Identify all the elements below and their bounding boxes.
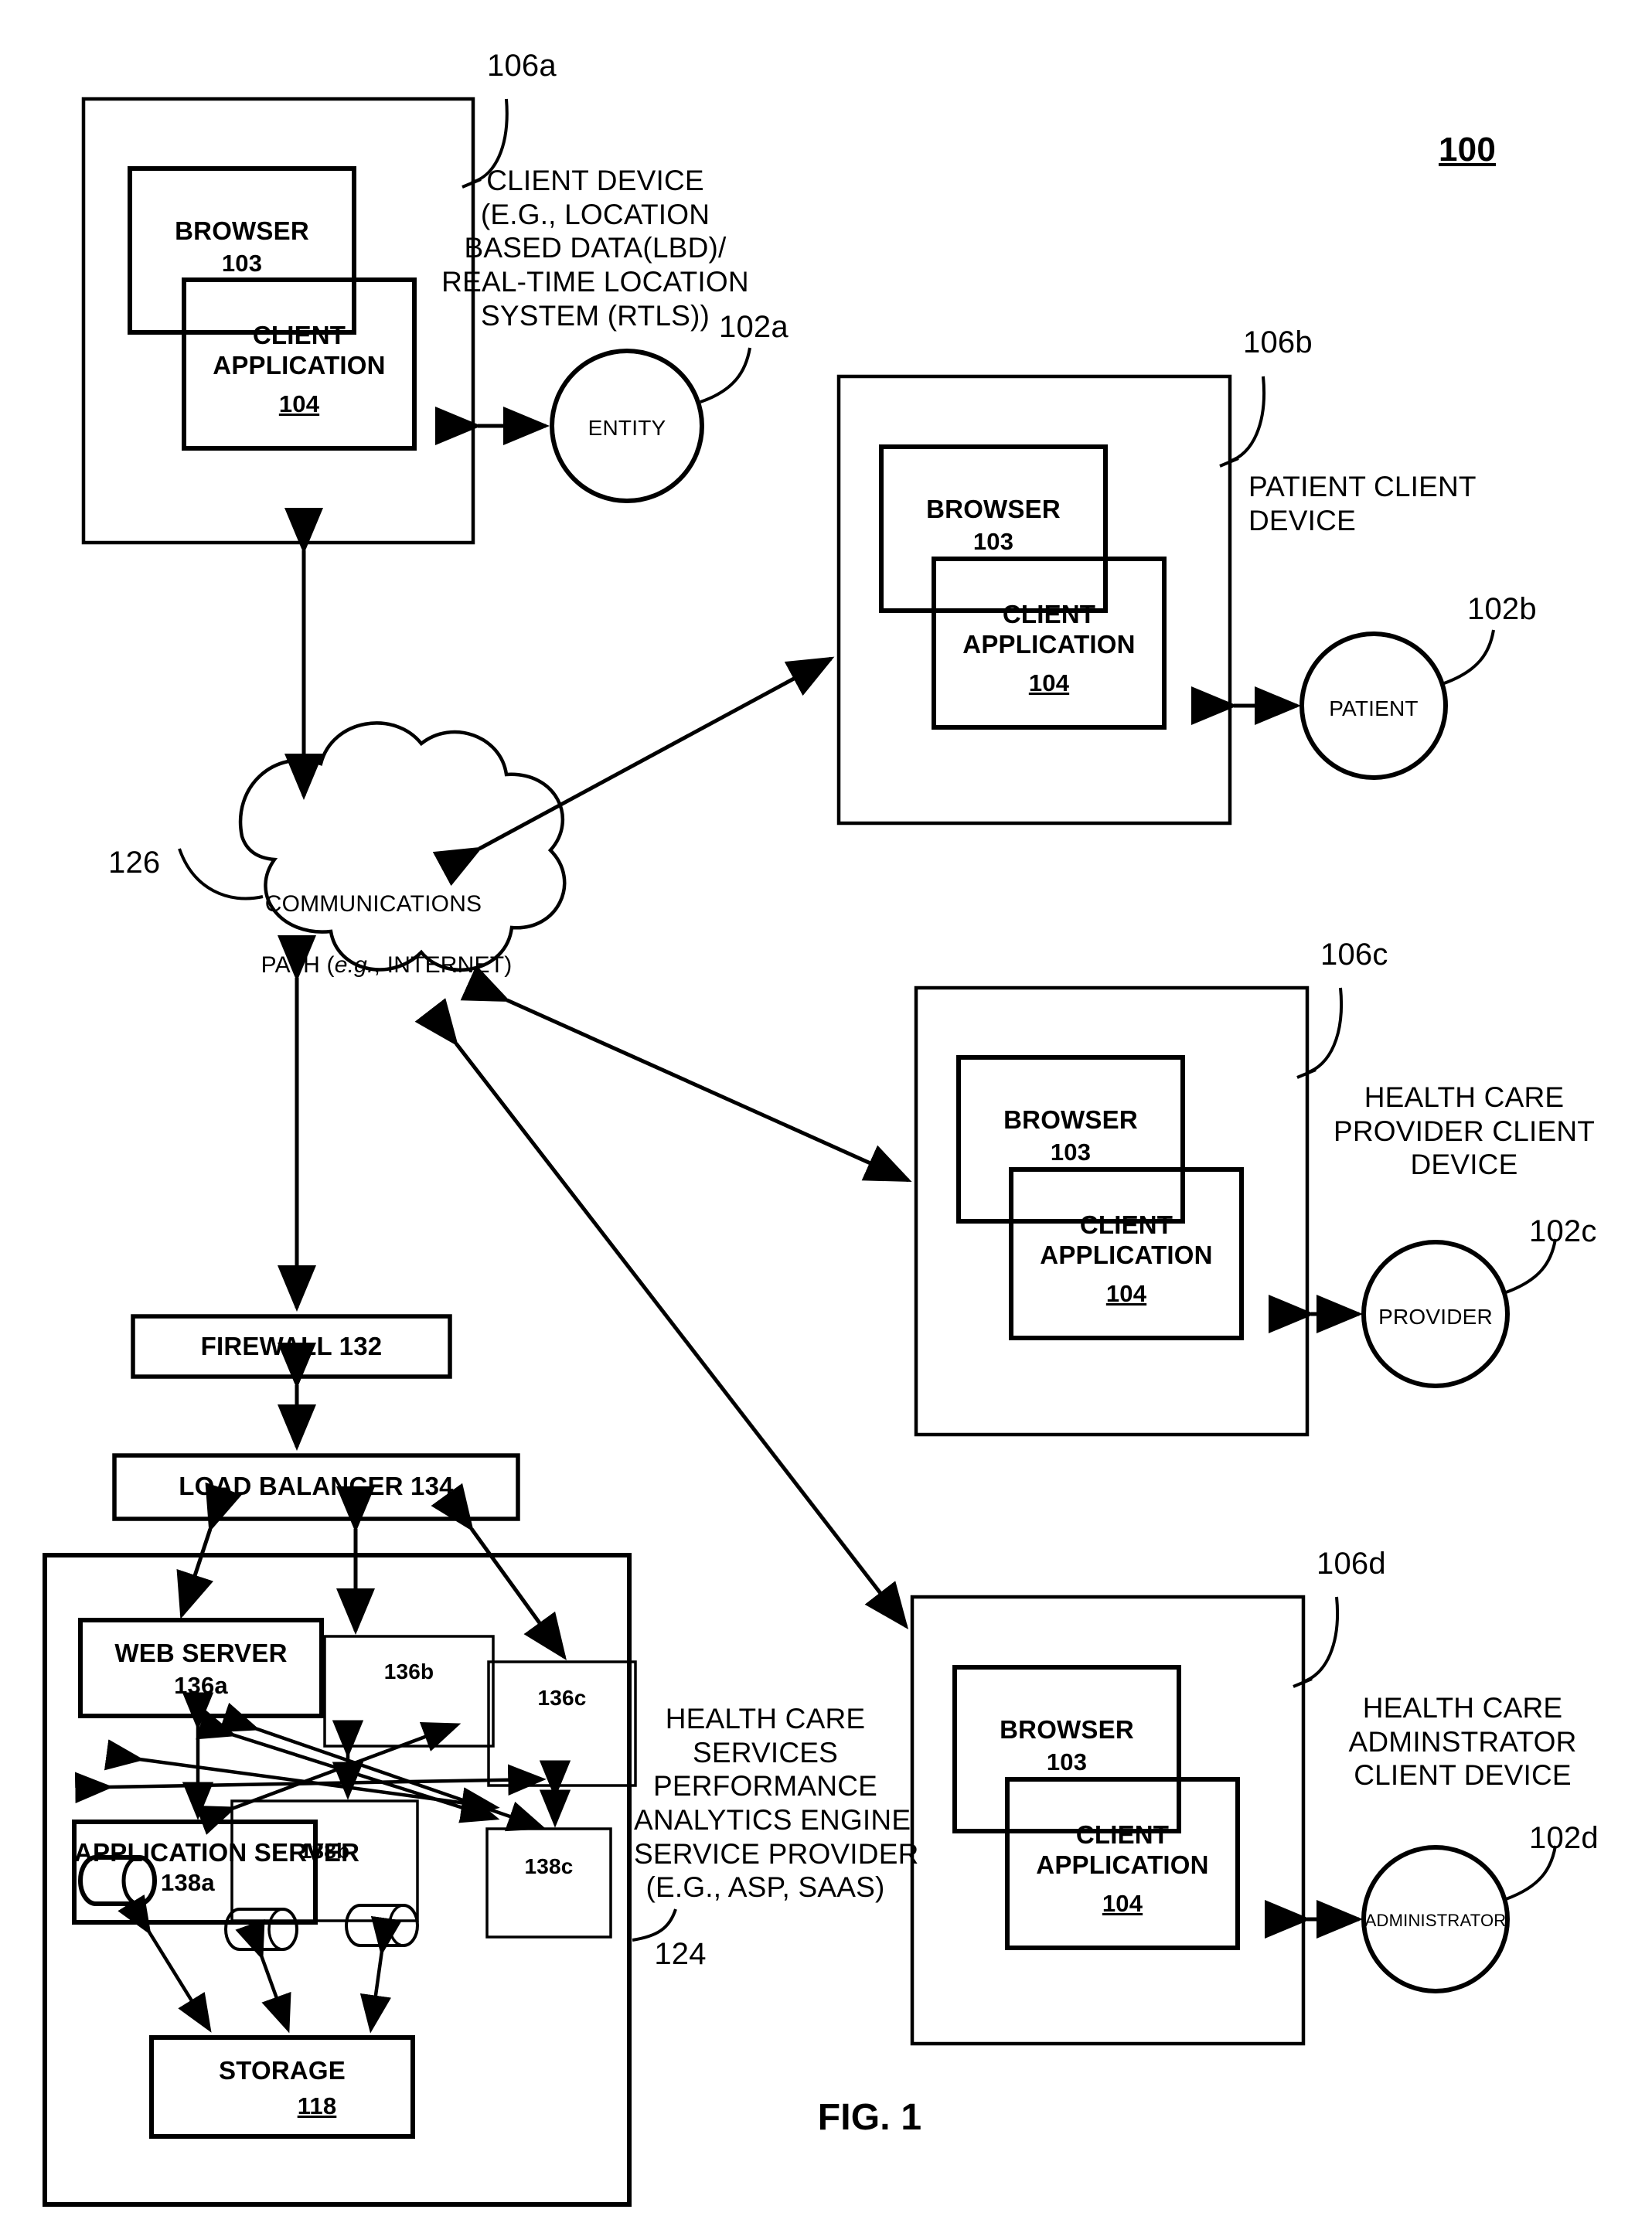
ref-102c: 102c [1529, 1214, 1597, 1248]
firewall-label: FIREWALL 132 [200, 1332, 383, 1360]
browser-label-c: BROWSER [1003, 1105, 1138, 1134]
client-application-num-c: 104 [1105, 1280, 1147, 1307]
web-server-num-136b: 136b [383, 1660, 434, 1683]
service-provider-description: HEALTH CARE SERVICES PERFORMANCE ANALYTI… [634, 1703, 919, 1904]
cloud-path-eg: e.g. [334, 952, 374, 979]
ref-106a: 106a [487, 49, 557, 83]
storage-num: 118 [297, 2092, 337, 2119]
browser-label-a: BROWSER [175, 216, 309, 245]
ref-102d: 102d [1529, 1821, 1599, 1855]
client-application-num-a: 104 [278, 390, 320, 417]
browser-num-b: 103 [972, 528, 1014, 555]
client-application-label-b: CLIENT APPLICATION [962, 600, 1136, 659]
ref-124: 124 [654, 1937, 707, 1971]
application-server-num-138b: 138b [299, 1839, 350, 1863]
client-device-description-c: HEALTH CARE PROVIDER CLIENT DEVICE [1333, 1081, 1596, 1181]
application-server-num-138c: 138c [524, 1854, 574, 1878]
load-balancer-label: LOAD BALANCER 134 [179, 1472, 454, 1500]
client-device-description-d: HEALTH CARE ADMINSTRATOR CLIENT DEVICE [1348, 1692, 1577, 1792]
cloud-path-suffix: , INTERNET) [373, 952, 513, 979]
browser-num-a: 103 [221, 250, 263, 277]
ref-106c: 106c [1320, 938, 1388, 972]
patent-figure-1: 100 106a BROWSER 103 CLIENT APPLICATION … [0, 0, 1652, 2223]
client-device-description-b: PATIENT CLIENT DEVICE [1248, 471, 1477, 536]
client-application-num-b: 104 [1028, 669, 1070, 696]
client-application-num-d: 104 [1102, 1890, 1143, 1917]
browser-num-d: 103 [1046, 1748, 1088, 1775]
browser-label-b: BROWSER [926, 495, 1061, 523]
ref-102a: 102a [719, 310, 789, 344]
ref-106d: 106d [1316, 1547, 1386, 1581]
browser-num-c: 103 [1050, 1139, 1092, 1166]
cloud-path-prefix: PATH ( [261, 952, 335, 979]
application-server-num-138a: 138a [161, 1869, 215, 1896]
web-server-num-136a: 136a [174, 1672, 228, 1699]
administrator-circle-label: ADMINISTRATOR [1364, 1911, 1507, 1930]
entity-circle-label: ENTITY [588, 416, 666, 440]
system-reference-100: 100 [1438, 131, 1496, 169]
cloud-line-2: PATH (e.g., INTERNET) [230, 924, 516, 1006]
web-server-label-136a: WEB SERVER [114, 1639, 288, 1667]
cloud-line-1: COMMUNICATIONS [264, 891, 482, 917]
ref-126: 126 [108, 846, 161, 880]
storage-label: STORAGE [219, 2056, 346, 2085]
client-device-description-a: CLIENT DEVICE (E.G., LOCATION BASED DATA… [441, 165, 749, 332]
figure-caption: FIG. 1 [817, 2097, 922, 2138]
client-application-label-c: CLIENT APPLICATION [1040, 1210, 1213, 1269]
ref-102b: 102b [1467, 592, 1537, 626]
client-application-label-d: CLIENT APPLICATION [1036, 1820, 1209, 1879]
browser-label-d: BROWSER [1000, 1715, 1134, 1744]
provider-circle-label: PROVIDER [1378, 1305, 1493, 1329]
client-application-label-a: CLIENT APPLICATION [213, 321, 386, 380]
web-server-num-136c: 136c [537, 1686, 587, 1710]
patient-circle-label: PATIENT [1329, 696, 1419, 720]
ref-106b: 106b [1243, 325, 1313, 359]
